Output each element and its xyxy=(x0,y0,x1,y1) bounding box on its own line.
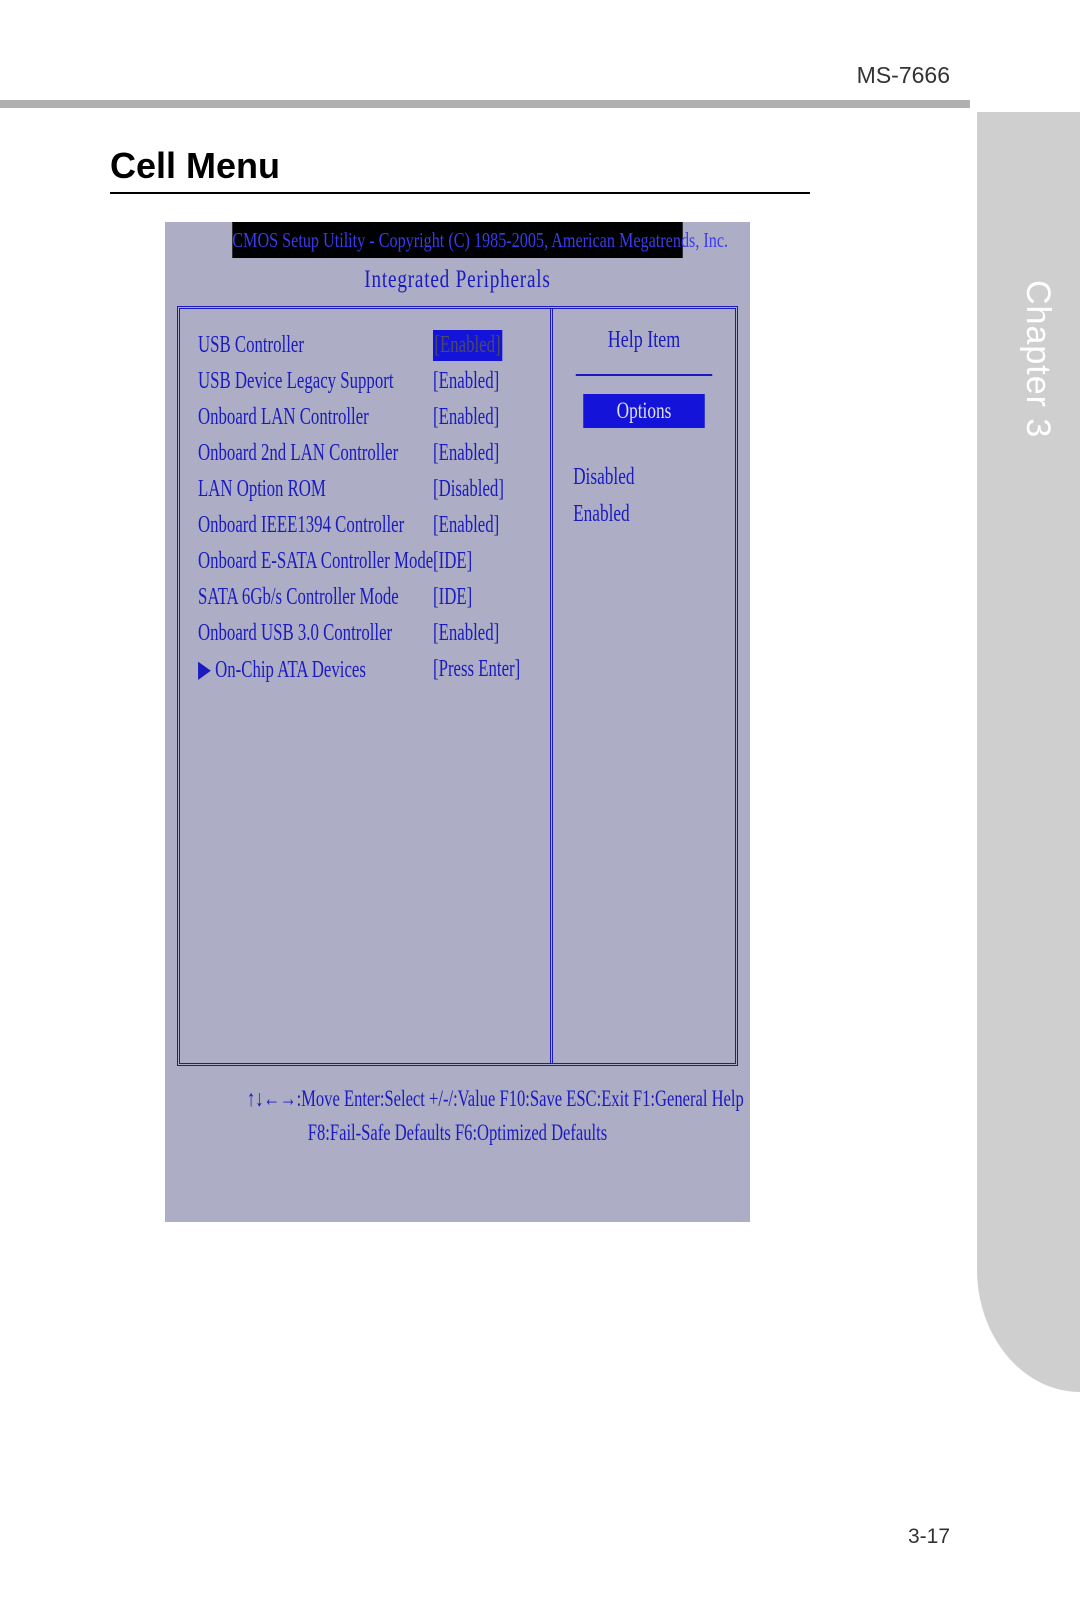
setting-value: [Enabled] xyxy=(433,404,499,431)
setting-label: SATA 6Gb/s Controller Mode xyxy=(198,584,363,611)
option-item[interactable]: Disabled xyxy=(563,464,680,491)
footer-line-1: ↑↓←→:Move Enter:Select +/-/:Value F10:Sa… xyxy=(247,1082,668,1116)
bios-body: USB Controller [Enabled] USB Device Lega… xyxy=(177,306,738,1066)
setting-label: ▶ On-Chip ATA Devices xyxy=(198,655,363,684)
setting-label: Onboard LAN Controller xyxy=(198,404,363,431)
setting-value: [IDE] xyxy=(433,548,472,575)
setting-row[interactable]: Onboard IEEE1394 Controller [Enabled] xyxy=(198,507,545,543)
help-header: Help Item xyxy=(576,309,713,376)
setting-value: [Enabled] xyxy=(433,620,499,647)
setting-label: Onboard E-SATA Controller Mode xyxy=(198,548,363,575)
setting-label: USB Device Legacy Support xyxy=(198,368,363,395)
bios-help-panel: Help Item Options Disabled Enabled xyxy=(550,309,735,1063)
section-title: Cell Menu xyxy=(110,145,280,187)
setting-row[interactable]: USB Controller [Enabled] xyxy=(198,327,545,363)
setting-value: [Disabled] xyxy=(433,476,504,503)
bios-footer: ↑↓←→:Move Enter:Select +/-/:Value F10:Sa… xyxy=(165,1066,750,1150)
setting-value: [Enabled] xyxy=(433,512,499,539)
bios-screenshot: CMOS Setup Utility - Copyright (C) 1985-… xyxy=(165,222,750,1222)
setting-row[interactable]: USB Device Legacy Support [Enabled] xyxy=(198,363,545,399)
setting-value: [IDE] xyxy=(433,584,472,611)
setting-row[interactable]: SATA 6Gb/s Controller Mode [IDE] xyxy=(198,579,545,615)
setting-value: [Press Enter] xyxy=(433,656,520,683)
setting-row[interactable]: Onboard 2nd LAN Controller [Enabled] xyxy=(198,435,545,471)
setting-row[interactable]: Onboard E-SATA Controller Mode [IDE] xyxy=(198,543,545,579)
setting-label: LAN Option ROM xyxy=(198,476,363,503)
bios-title-bar: CMOS Setup Utility - Copyright (C) 1985-… xyxy=(232,222,682,258)
document-id: MS-7666 xyxy=(857,62,950,89)
bios-subtitle: Integrated Peripherals xyxy=(232,258,682,306)
chapter-label: Chapter 3 xyxy=(1018,280,1057,438)
setting-row[interactable]: Onboard USB 3.0 Controller [Enabled] xyxy=(198,615,545,651)
header-divider xyxy=(0,100,970,108)
setting-label: USB Controller xyxy=(198,332,363,359)
setting-label: Onboard USB 3.0 Controller xyxy=(198,620,363,647)
options-block: Options Disabled Enabled xyxy=(563,394,725,528)
page-number: 3-17 xyxy=(908,1525,950,1549)
option-item[interactable]: Enabled xyxy=(563,501,680,528)
options-title: Options xyxy=(583,394,705,428)
setting-value: [Enabled] xyxy=(433,330,502,361)
footer-line-2: F8:Fail-Safe Defaults F6:Optimized Defau… xyxy=(247,1116,668,1150)
section-underline xyxy=(110,192,810,194)
setting-label: Onboard 2nd LAN Controller xyxy=(198,440,363,467)
setting-label: Onboard IEEE1394 Controller xyxy=(198,512,363,539)
setting-row[interactable]: Onboard LAN Controller [Enabled] xyxy=(198,399,545,435)
setting-value: [Enabled] xyxy=(433,368,499,395)
setting-row[interactable]: ▶ On-Chip ATA Devices [Press Enter] xyxy=(198,651,545,687)
setting-row[interactable]: LAN Option ROM [Disabled] xyxy=(198,471,545,507)
setting-value: [Enabled] xyxy=(433,440,499,467)
bios-settings-list: USB Controller [Enabled] USB Device Lega… xyxy=(180,309,550,1063)
